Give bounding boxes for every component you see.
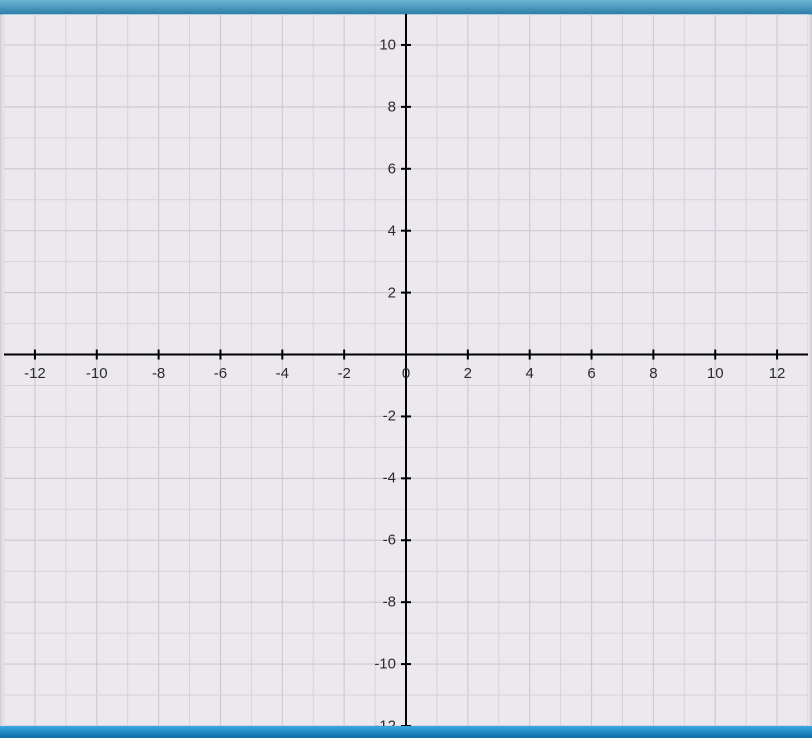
x-tick-label: 0 (402, 365, 410, 382)
x-tick-label: -6 (214, 365, 227, 382)
graph-window: -12 -10 -8 -6 -4 -2 0 2 4 6 8 10 12 -12 -10 -8 -6 -4 -2 2 4 6… (0, 0, 812, 738)
y-tick-label: -12 (374, 718, 402, 727)
y-tick-label: 6 (388, 160, 402, 177)
x-tick-label: 2 (464, 365, 472, 382)
window-titlebar (0, 0, 812, 15)
x-tick-label: 6 (587, 365, 595, 382)
y-tick-label: -4 (383, 470, 402, 487)
y-tick-label: 2 (388, 284, 402, 301)
x-tick-label: 10 (707, 365, 724, 382)
coordinate-plane[interactable]: -12 -10 -8 -6 -4 -2 0 2 4 6 8 10 12 -12 -10 -8 -6 -4 -2 2 4 6… (4, 14, 808, 726)
x-tick-label: -8 (152, 365, 165, 382)
y-tick-label: 8 (388, 98, 402, 115)
window-bottom-edge (0, 726, 812, 738)
x-tick-label: 8 (649, 365, 657, 382)
x-tick-label: 4 (526, 365, 534, 382)
x-tick-label: -4 (276, 365, 289, 382)
x-tick-label: -10 (86, 365, 108, 382)
y-tick-label: -2 (383, 408, 402, 425)
x-tick-label: -2 (337, 365, 350, 382)
y-tick-label: -8 (383, 594, 402, 611)
y-tick-label: -10 (374, 656, 402, 673)
y-tick-label: 4 (388, 222, 402, 239)
x-tick-label: 12 (769, 365, 786, 382)
y-tick-label: -6 (383, 532, 402, 549)
x-tick-label: -12 (24, 365, 46, 382)
window-right-edge (808, 14, 812, 726)
y-tick-label: 10 (379, 36, 402, 53)
